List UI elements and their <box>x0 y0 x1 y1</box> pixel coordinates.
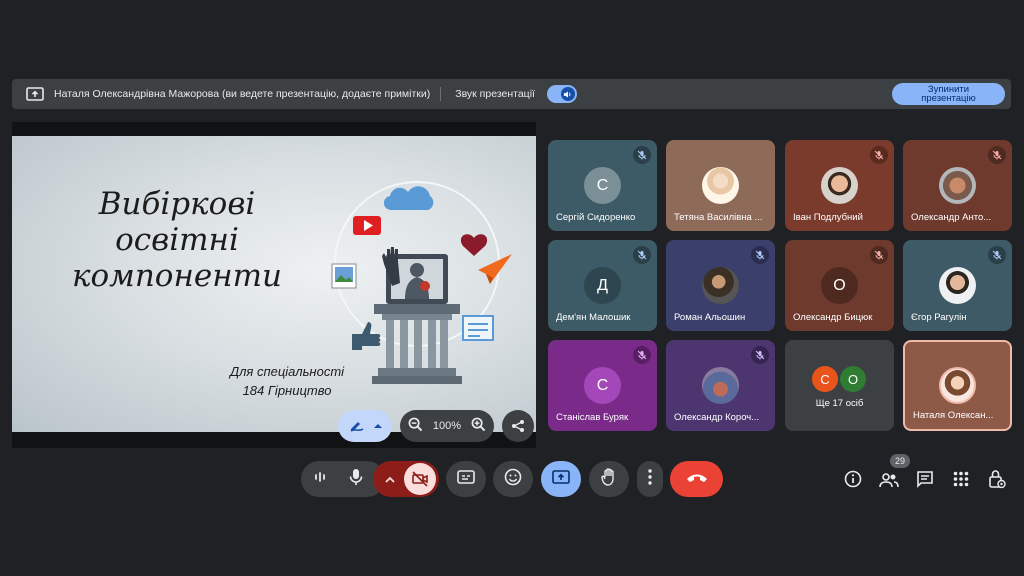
avatar <box>939 367 976 404</box>
participant-name: Роман Альошин <box>674 312 746 323</box>
mic-off-icon <box>751 346 769 364</box>
avatar: Д <box>584 267 621 304</box>
divider <box>440 87 442 101</box>
present-screen-icon <box>552 469 570 489</box>
mic-off-icon <box>633 346 651 364</box>
participant-tile[interactable]: Іван Подлубний <box>785 140 894 231</box>
hang-up-icon <box>686 470 708 488</box>
captions-icon <box>457 469 475 489</box>
camera-off-icon[interactable] <box>404 463 436 495</box>
avatar <box>702 367 739 404</box>
leave-call-button[interactable] <box>670 461 723 497</box>
present-screen-icon <box>26 87 44 101</box>
mic-off-icon <box>751 246 769 264</box>
mic-off-icon <box>870 146 888 164</box>
slide: Вибіркові освітні компоненти Для спеціал… <box>12 136 536 432</box>
pen-icon <box>349 417 365 436</box>
people-count-badge: 29 <box>890 454 910 468</box>
participant-name: Наталя Олексан... <box>913 410 994 421</box>
captions-button[interactable] <box>446 461 486 497</box>
activities-icon[interactable] <box>951 469 971 489</box>
participant-name: Олександр Бицюк <box>793 312 873 323</box>
annotation-button[interactable] <box>338 410 392 442</box>
mic-off-icon <box>988 146 1006 164</box>
presentation-view: Вибіркові освітні компоненти Для спеціал… <box>12 122 536 448</box>
avatar: О <box>821 267 858 304</box>
speaker-icon <box>560 87 575 101</box>
mic-off-icon <box>988 246 1006 264</box>
emoji-icon <box>504 468 522 491</box>
info-icon[interactable] <box>843 469 863 489</box>
mic-off-icon <box>633 246 651 264</box>
zoom-controls: 100% <box>400 410 494 442</box>
presentation-sound-toggle[interactable] <box>546 85 577 103</box>
participant-name: Дем'ян Малошик <box>556 312 631 323</box>
avatar: С <box>584 167 621 204</box>
zoom-out-icon[interactable] <box>408 417 423 435</box>
presentation-sound-label: Звук презентації <box>455 88 535 100</box>
participant-tile[interactable]: С Станіслав Буряк <box>548 340 657 431</box>
participant-tile[interactable]: Олександр Анто... <box>903 140 1012 231</box>
more-participants-label: Ще 17 осіб <box>815 398 864 409</box>
avatar: С <box>584 367 621 404</box>
camera-control <box>373 461 439 497</box>
chat-icon[interactable] <box>915 469 935 489</box>
participant-tile[interactable]: С Сергій Сидоренко <box>548 140 657 231</box>
present-now-button[interactable] <box>541 461 581 497</box>
participant-name: Станіслав Буряк <box>556 412 629 423</box>
microphone-icon[interactable] <box>349 468 363 491</box>
reactions-button[interactable] <box>493 461 533 497</box>
avatar <box>821 167 858 204</box>
participant-name: Тетяна Василівна ... <box>674 212 763 223</box>
slide-title: Вибіркові освітні компоненти <box>52 186 302 294</box>
participant-name: Олександр Короч... <box>674 412 760 423</box>
slide-title-line: компоненти <box>71 258 283 294</box>
slide-title-line: Вибіркові <box>98 186 256 222</box>
hand-icon <box>601 467 617 491</box>
self-tile[interactable]: Наталя Олексан... <box>903 340 1012 431</box>
more-vert-icon <box>648 468 652 490</box>
participant-tile[interactable]: Д Дем'ян Малошик <box>548 240 657 331</box>
mic-off-icon <box>633 146 651 164</box>
host-controls-icon[interactable] <box>987 469 1007 489</box>
more-participants-tile[interactable]: С О Ще 17 осіб <box>785 340 894 431</box>
participant-tile[interactable]: О Олександр Бицюк <box>785 240 894 331</box>
avatar <box>702 167 739 204</box>
presenter-status-text: Наталя Олександрівна Мажорова (ви ведете… <box>54 88 431 100</box>
presentation-bar: Наталя Олександрівна Мажорова (ви ведете… <box>12 79 1011 109</box>
zoom-level: 100% <box>432 420 462 432</box>
people-icon[interactable] <box>879 470 899 490</box>
slide-toolbar: 100% <box>338 409 534 443</box>
raise-hand-button[interactable] <box>589 461 629 497</box>
participant-name: Іван Подлубний <box>793 212 863 223</box>
participant-tile[interactable]: Тетяна Василівна ... <box>666 140 775 231</box>
more-options-button[interactable] <box>637 461 663 497</box>
participant-tile[interactable]: Роман Альошин <box>666 240 775 331</box>
avatar <box>939 267 976 304</box>
mic-off-icon <box>870 246 888 264</box>
participant-name: Сергій Сидоренко <box>556 212 636 223</box>
slide-title-line: освітні <box>115 222 239 258</box>
avatar: О <box>840 366 866 392</box>
avatar: С <box>812 366 838 392</box>
stop-presenting-button[interactable]: Зупинити презентацію <box>892 83 1005 105</box>
slide-illustration <box>331 181 512 384</box>
chevron-up-icon[interactable] <box>385 470 395 488</box>
zoom-in-icon[interactable] <box>471 417 486 435</box>
participant-name: Єгор Рагулін <box>911 312 967 323</box>
avatar <box>939 167 976 204</box>
chevron-up-icon[interactable] <box>373 420 382 432</box>
participant-name: Олександр Анто... <box>911 212 992 223</box>
audio-levels-icon[interactable] <box>313 470 327 488</box>
avatar <box>702 267 739 304</box>
participant-tile[interactable]: Олександр Короч... <box>666 340 775 431</box>
share-icon[interactable] <box>502 410 534 442</box>
participant-tile[interactable]: Єгор Рагулін <box>903 240 1012 331</box>
